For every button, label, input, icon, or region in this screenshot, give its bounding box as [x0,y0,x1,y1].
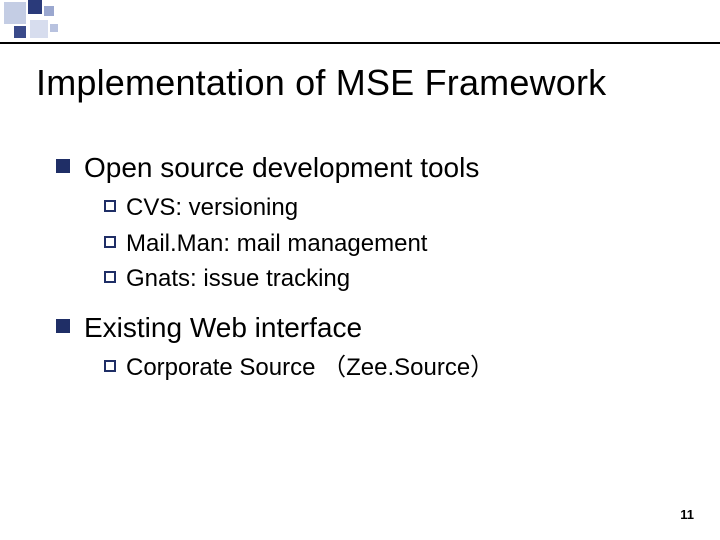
hollow-square-bullet-icon [104,271,116,283]
hollow-square-bullet-icon [104,360,116,372]
page-number: 11 [680,507,694,522]
square-bullet-icon [56,319,70,333]
bullet-level2: Gnats: issue tracking [104,263,680,295]
bullet-level2: Corporate Source （Zee.Source） [104,352,680,384]
bullet-level2-text: Corporate Source （Zee.Source） [126,352,494,384]
slide-body: Open source development tools CVS: versi… [56,140,680,398]
square-bullet-icon [56,159,70,173]
hollow-square-bullet-icon [104,200,116,212]
bullet-level1-text: Existing Web interface [84,310,362,346]
header-divider [0,42,720,44]
bullet-level2-text: CVS: versioning [126,192,298,224]
bullet-level1: Existing Web interface [56,310,680,346]
bullet-level2-text: Gnats: issue tracking [126,263,350,295]
corner-decoration [0,0,150,40]
bullet-level1: Open source development tools [56,150,680,186]
bullet-level2: Mail.Man: mail management [104,228,680,260]
bullet-level2: CVS: versioning [104,192,680,224]
hollow-square-bullet-icon [104,236,116,248]
slide-title: Implementation of MSE Framework [36,62,690,104]
bullet-level2-text: Mail.Man: mail management [126,228,427,260]
bullet-level1-text: Open source development tools [84,150,479,186]
